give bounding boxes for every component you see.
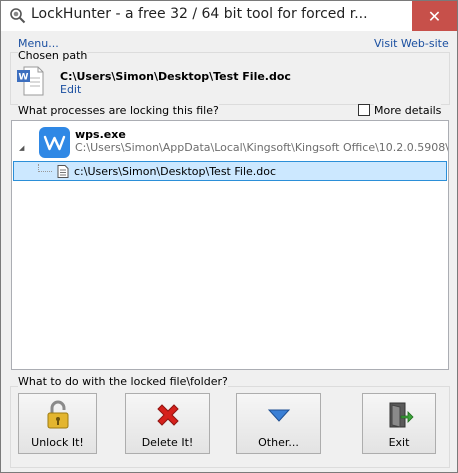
word-doc-icon: W — [17, 66, 44, 96]
padlock-icon — [47, 400, 68, 429]
tree-connector — [38, 164, 52, 172]
unlock-button-label: Unlock It! — [31, 436, 84, 449]
red-x-icon — [156, 404, 179, 426]
exit-door-icon — [389, 402, 414, 428]
edit-path-link[interactable]: Edit — [60, 83, 81, 96]
chosen-path-label: Chosen path — [18, 49, 88, 62]
actions-label: What to do with the locked file\folder? — [18, 375, 228, 388]
other-button[interactable]: Other... — [236, 393, 321, 454]
unlock-button[interactable]: Unlock It! — [18, 393, 97, 454]
chosen-path-value: C:\Users\Simon\Desktop\Test File.doc — [60, 70, 291, 83]
blue-triangle-down-icon — [267, 409, 290, 422]
delete-button-label: Delete It! — [141, 436, 194, 449]
processes-label: What processes are locking this file? — [18, 104, 219, 117]
more-details-checkbox[interactable] — [358, 104, 370, 116]
process-path: C:\Users\Simon\AppData\Local\Kingsoft\Ki… — [75, 141, 449, 154]
lockhunter-window: LockHunter - a free 32 / 64 bit tool for… — [0, 0, 458, 473]
close-button[interactable]: ✕ — [412, 1, 457, 31]
visit-website-link[interactable]: Visit Web-site — [374, 37, 449, 50]
exit-button-label: Exit — [388, 436, 410, 449]
process-tree[interactable]: ◢ wps.exe C:\Users\Simon\AppData\Local\K… — [11, 120, 449, 370]
lockhunter-app-icon — [10, 8, 26, 24]
locked-file-path: c:\Users\Simon\Desktop\Test File.doc — [74, 165, 277, 178]
more-details-label[interactable]: More details — [374, 104, 442, 117]
title-bar: LockHunter - a free 32 / 64 bit tool for… — [1, 1, 457, 31]
other-button-label: Other... — [258, 436, 299, 449]
close-icon: ✕ — [427, 6, 442, 26]
wps-icon — [39, 127, 70, 158]
tree-collapse-icon[interactable]: ◢ — [19, 144, 24, 152]
svg-text:W: W — [19, 73, 29, 83]
window-title: LockHunter - a free 32 / 64 bit tool for… — [31, 6, 368, 22]
process-name[interactable]: wps.exe — [75, 128, 126, 141]
file-icon — [57, 165, 69, 178]
exit-button[interactable]: Exit — [362, 393, 436, 454]
delete-button[interactable]: Delete It! — [125, 393, 210, 454]
